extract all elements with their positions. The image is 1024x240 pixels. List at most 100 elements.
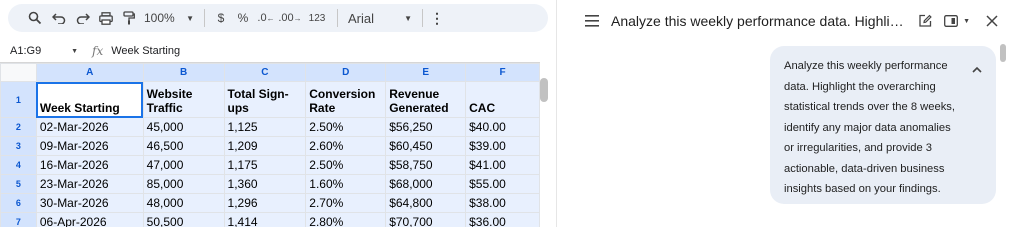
column-header[interactable]: D [305,63,387,82]
table-row: 1 Week Starting Website Traffic Total Si… [0,81,540,118]
fx-icon: fx [92,44,104,58]
cell[interactable]: Total Sign-ups [223,81,307,118]
zoom-select[interactable]: 100% ▼ [140,4,198,32]
panel-layout-icon [944,15,958,27]
cell[interactable]: 09-Mar-2026 [35,136,144,156]
vertical-scrollbar[interactable] [540,78,548,102]
print-icon[interactable] [94,4,118,32]
cell[interactable]: Conversion Rate [305,81,387,118]
column-header[interactable]: B [142,63,225,82]
cell[interactable]: Week Starting [35,81,144,118]
close-icon[interactable] [984,13,1000,29]
number-format-button[interactable]: 123 [303,4,331,32]
decrease-decimal-label: .0 [257,12,267,24]
cell[interactable]: 1,175 [223,155,307,175]
user-message-bubble: Analyze this weekly performance data. Hi… [770,46,996,204]
name-box[interactable]: A1:G9 ▼ [0,45,84,57]
increase-decimal-button[interactable]: .00 → [277,4,303,32]
cell[interactable]: 2.70% [305,193,387,213]
redo-icon[interactable] [72,4,94,32]
cell[interactable]: $55.00 [465,174,540,194]
cell[interactable]: 1,125 [223,117,307,137]
column-header[interactable]: F [465,63,540,82]
table-row: 7 06-Apr-2026 50,500 1,414 2.80% $70,700… [0,212,540,227]
cell[interactable]: $39.00 [465,136,540,156]
spreadsheet-pane: 100% ▼ $ % .0 ← .00 → 123 Arial ▼ ⋮ A1:G9 … [0,0,548,227]
row-header[interactable]: 5 [0,174,37,194]
table-row: 5 23-Mar-2026 85,000 1,360 1.60% $68,000… [0,174,540,194]
cell[interactable]: $60,450 [385,136,467,156]
panel-layout-dropdown[interactable]: ▼ [944,13,970,29]
separator [422,9,423,27]
decrease-decimal-button[interactable]: .0 ← [255,4,277,32]
table-row: 2 02-Mar-2026 45,000 1,125 2.50% $56,250… [0,117,540,137]
table-row: 6 30-Mar-2026 48,000 1,296 2.70% $64,800… [0,193,540,213]
column-header[interactable]: A [35,63,144,82]
chat-scrollbar[interactable] [1000,44,1006,62]
cell[interactable]: $38.00 [465,193,540,213]
increase-decimal-label: .00 [278,12,294,24]
cell[interactable]: $56,250 [385,117,467,137]
cell[interactable]: 85,000 [142,174,225,194]
cell[interactable]: 30-Mar-2026 [35,193,144,213]
cell[interactable]: 1.60% [305,174,387,194]
cell[interactable]: 2.50% [305,155,387,175]
cell[interactable]: 1,209 [223,136,307,156]
cell[interactable]: 02-Mar-2026 [35,117,144,137]
cell[interactable]: Revenue Generated [385,81,467,118]
cell[interactable]: 2.80% [305,212,387,227]
search-icon[interactable] [24,4,46,32]
cell[interactable]: 2.50% [305,117,387,137]
arrow-left-icon: ← [266,13,275,23]
caret-down-icon: ▼ [404,13,412,23]
cell[interactable]: $41.00 [465,155,540,175]
cell[interactable]: Website Traffic [142,81,225,118]
undo-icon[interactable] [46,4,72,32]
font-value: Arial [348,10,375,26]
zoom-value: 100% [144,11,175,25]
paint-format-icon[interactable] [118,4,140,32]
cell[interactable]: $64,800 [385,193,467,213]
cell[interactable]: 23-Mar-2026 [35,174,144,194]
cell[interactable]: $40.00 [465,117,540,137]
cell[interactable]: 1,414 [223,212,307,227]
cell[interactable]: $70,700 [385,212,467,227]
row-header[interactable]: 6 [0,193,37,213]
cell[interactable]: $68,000 [385,174,467,194]
currency-format-button[interactable]: $ [211,4,231,32]
cell[interactable]: 45,000 [142,117,225,137]
chat-panel: Analyze this weekly performance data. Hi… [557,0,1024,227]
row-header[interactable]: 4 [0,155,37,175]
cell[interactable]: 2.60% [305,136,387,156]
select-all-corner[interactable] [0,63,37,82]
caret-down-icon: ▼ [71,47,78,55]
cell[interactable]: $58,750 [385,155,467,175]
arrow-right-icon: → [293,13,302,23]
menu-icon[interactable] [585,15,599,27]
more-vert-icon[interactable]: ⋮ [429,4,445,32]
cell[interactable]: $36.00 [465,212,540,227]
edit-icon[interactable] [917,13,933,29]
column-header[interactable]: E [385,63,467,82]
cell[interactable]: 1,296 [223,193,307,213]
cell[interactable]: 1,360 [223,174,307,194]
toolbar: 100% ▼ $ % .0 ← .00 → 123 Arial ▼ ⋮ [8,4,548,32]
cell[interactable]: CAC [465,81,540,118]
formula-input[interactable]: Week Starting [111,45,180,57]
cell[interactable]: 48,000 [142,193,225,213]
percent-format-button[interactable]: % [231,4,255,32]
row-header[interactable]: 3 [0,136,37,156]
row-header[interactable]: 7 [0,212,37,227]
row-header[interactable]: 1 [0,81,37,118]
column-header[interactable]: C [223,63,307,82]
font-select[interactable]: Arial ▼ [344,4,416,32]
cell[interactable]: 46,500 [142,136,225,156]
table-row: 4 16-Mar-2026 47,000 1,175 2.50% $58,750… [0,155,540,175]
row-header[interactable]: 2 [0,117,37,137]
chevron-up-icon[interactable] [972,60,982,81]
cell[interactable]: 16-Mar-2026 [35,155,144,175]
cell[interactable]: 50,500 [142,212,225,227]
cell[interactable]: 47,000 [142,155,225,175]
cell[interactable]: 06-Apr-2026 [35,212,144,227]
table-row: 3 09-Mar-2026 46,500 1,209 2.60% $60,450… [0,136,540,156]
